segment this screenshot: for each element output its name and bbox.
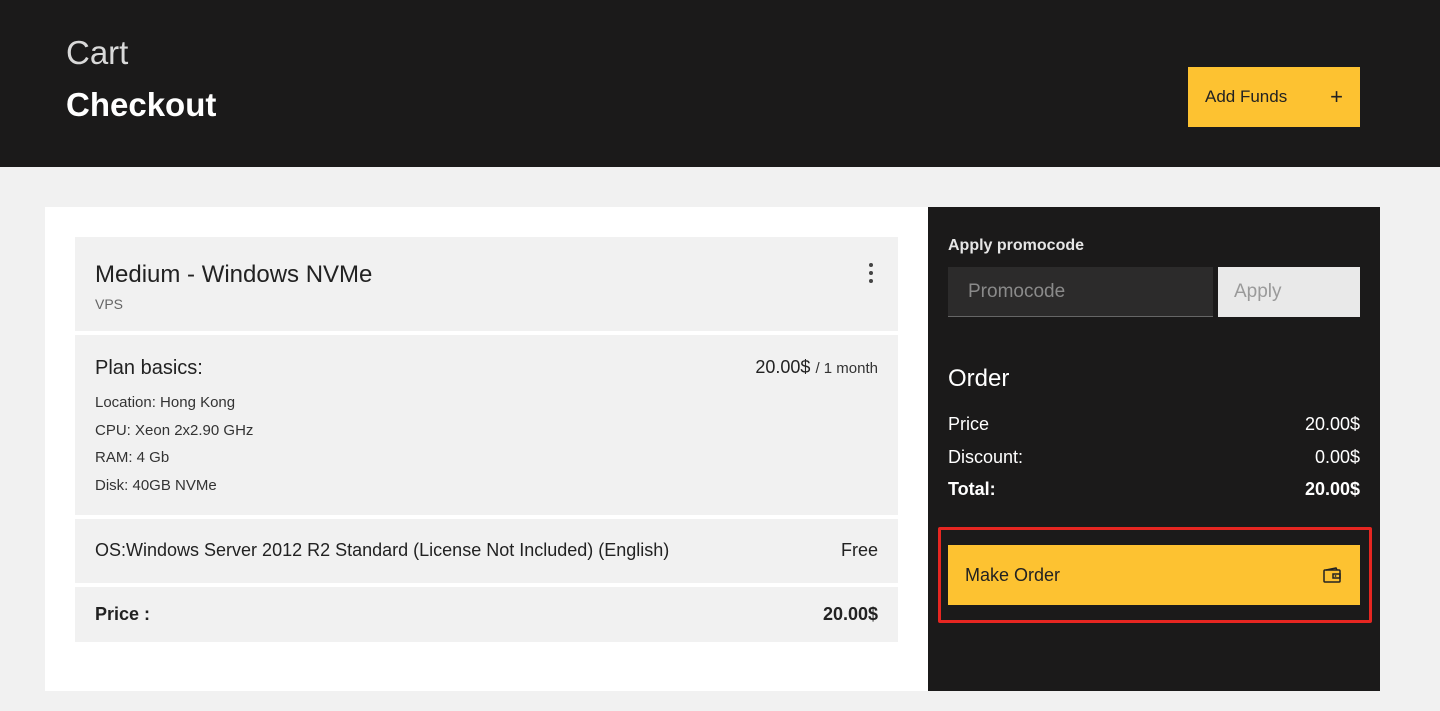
price-label: Price : bbox=[95, 604, 151, 624]
cart-items-card: Medium - Windows NVMe VPS Plan basics: 2… bbox=[45, 207, 928, 691]
product-name: Medium - Windows NVMe bbox=[95, 261, 373, 288]
summary-value: 0.00$ bbox=[1314, 447, 1360, 467]
plan-period: / 1 month bbox=[815, 360, 878, 377]
summary-value: 20.00$ bbox=[1304, 414, 1360, 434]
product-type: VPS bbox=[95, 296, 124, 312]
summary-value: 20.00$ bbox=[1304, 479, 1360, 499]
summary-row-price: Price 20.00$ bbox=[948, 414, 1360, 435]
wallet-icon bbox=[1323, 567, 1341, 583]
os-value: Windows Server 2012 R2 Standard (License… bbox=[126, 540, 670, 560]
summary-row-total: Total: 20.00$ bbox=[948, 479, 1360, 500]
summary-label: Price bbox=[948, 414, 990, 434]
plan-basics: Plan basics: 20.00$ / 1 month Location: … bbox=[75, 335, 898, 515]
os-description: OS:Windows Server 2012 R2 Standard (Lice… bbox=[95, 540, 669, 561]
add-funds-button[interactable]: Add Funds + bbox=[1188, 67, 1360, 127]
summary-label: Discount: bbox=[948, 447, 1024, 467]
price-row: Price : 20.00$ bbox=[75, 587, 898, 642]
plan-specs: Location: Hong Kong CPU: Xeon 2x2.90 GHz… bbox=[95, 389, 253, 500]
add-funds-label: Add Funds bbox=[1205, 87, 1288, 106]
os-label: OS: bbox=[95, 540, 127, 560]
make-order-button[interactable]: Make Order bbox=[948, 545, 1360, 605]
page-title: Checkout bbox=[66, 86, 217, 123]
summary-label: Total: bbox=[948, 479, 996, 499]
plan-price-value: 20.00$ bbox=[755, 357, 811, 377]
os-price: Free bbox=[840, 540, 878, 560]
spec-cpu: CPU: Xeon 2x2.90 GHz bbox=[95, 421, 254, 439]
os-row: OS:Windows Server 2012 R2 Standard (Lice… bbox=[75, 519, 898, 583]
apply-button[interactable]: Apply bbox=[1218, 267, 1360, 317]
plus-icon: + bbox=[1330, 84, 1343, 109]
spec-ram: RAM: 4 Gb bbox=[95, 449, 170, 467]
price-value: 20.00$ bbox=[822, 604, 878, 624]
summary-row-discount: Discount: 0.00$ bbox=[948, 447, 1360, 468]
page-header: Cart Checkout Add Funds + bbox=[0, 0, 1440, 167]
product-header: Medium - Windows NVMe VPS bbox=[75, 237, 898, 331]
spec-disk: Disk: 40GB NVMe bbox=[95, 477, 217, 495]
make-order-label: Make Order bbox=[965, 564, 1061, 585]
plan-price: 20.00$ / 1 month bbox=[755, 357, 878, 378]
promo-label: Apply promocode bbox=[948, 237, 1085, 254]
kebab-menu-icon[interactable] bbox=[868, 263, 874, 283]
order-title: Order bbox=[948, 365, 1010, 392]
promocode-input[interactable] bbox=[948, 267, 1213, 317]
spec-location: Location: Hong Kong bbox=[95, 394, 236, 411]
breadcrumb[interactable]: Cart bbox=[66, 34, 128, 72]
plan-title: Plan basics: bbox=[95, 357, 203, 379]
